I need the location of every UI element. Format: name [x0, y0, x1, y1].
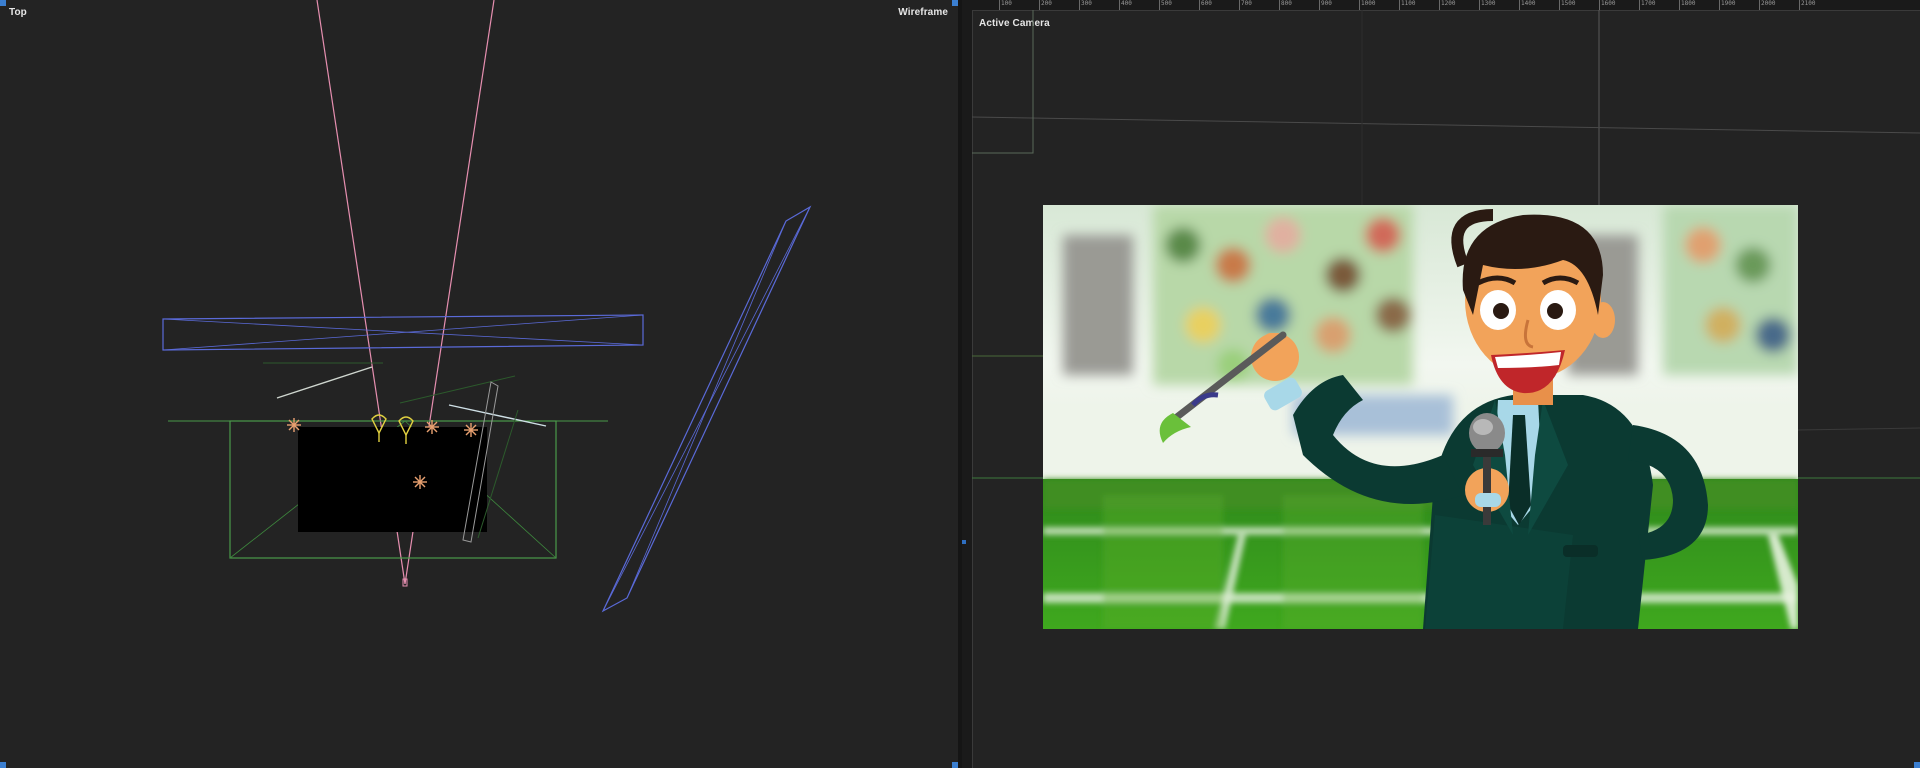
blue-layer-horizontal[interactable] [162, 314, 644, 351]
point-light-icon[interactable] [413, 475, 427, 489]
blue-layer-slanted[interactable] [601, 205, 812, 613]
timeline-marker[interactable] [962, 540, 966, 544]
point-light-icon[interactable] [287, 418, 301, 432]
point-light-icon[interactable] [464, 423, 478, 437]
point-light-icon[interactable] [425, 420, 439, 434]
app-window: Top Wireframe 100 200 300 400 500 600 70… [0, 0, 1920, 768]
scene-render [1043, 205, 1798, 629]
camera-frame-render[interactable] [1043, 205, 1798, 629]
active-camera-viewport[interactable]: 100 200 300 400 500 600 700 800 900 1000 1100 1200 1… [962, 0, 1920, 768]
top-viewport[interactable]: Top Wireframe [0, 0, 958, 768]
black-plane-layer[interactable] [298, 427, 487, 532]
top-view-scene[interactable] [0, 0, 958, 768]
